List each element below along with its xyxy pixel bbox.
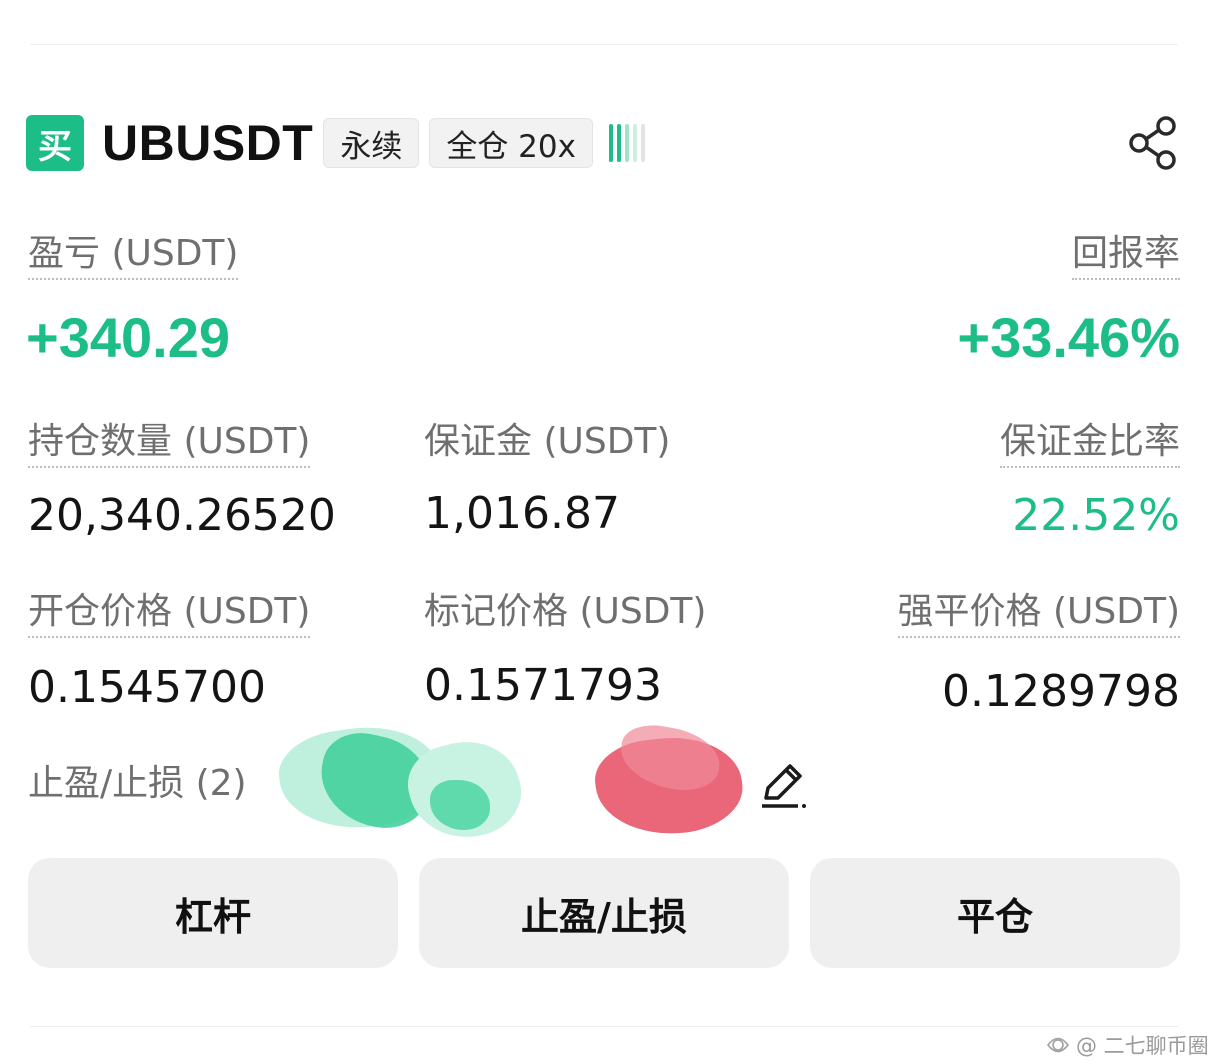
tpsl-label: 止盈/止损 (2) bbox=[28, 763, 247, 804]
signal-strength-icon bbox=[608, 124, 645, 162]
symbol-title[interactable]: UBUSDT bbox=[102, 114, 313, 172]
tpsl-button[interactable]: 止盈/止损 bbox=[419, 858, 789, 968]
close-position-button[interactable]: 平仓 bbox=[810, 858, 1180, 968]
margin-ratio-value: 22.52% bbox=[1012, 490, 1180, 541]
margin-value: 1,016.87 bbox=[424, 488, 620, 539]
mark-price-label: 标记价格 (USDT) bbox=[424, 591, 707, 632]
liq-price-label[interactable]: 强平价格 (USDT) bbox=[897, 590, 1180, 638]
pnl-label[interactable]: 盈亏 (USDT) bbox=[28, 232, 239, 280]
liq-price-value: 0.1289798 bbox=[942, 666, 1180, 717]
size-label[interactable]: 持仓数量 (USDT) bbox=[28, 420, 311, 468]
margin-mode-tag[interactable]: 全仓 20x bbox=[429, 118, 593, 168]
roi-value: +33.46% bbox=[957, 306, 1180, 369]
pnl-value: +340.29 bbox=[26, 306, 230, 369]
watermark-logo-icon bbox=[1046, 1037, 1070, 1053]
leverage-button[interactable]: 杠杆 bbox=[28, 858, 398, 968]
size-value: 20,340.26520 bbox=[28, 490, 336, 541]
share-icon[interactable] bbox=[1126, 114, 1182, 172]
contract-type-tag: 永续 bbox=[323, 118, 420, 168]
buy-badge: 买 bbox=[26, 115, 84, 171]
margin-ratio-label[interactable]: 保证金比率 bbox=[999, 420, 1180, 468]
watermark-text: @ 二七聊币圈 bbox=[1076, 1034, 1209, 1058]
bottom-divider bbox=[30, 1026, 1178, 1027]
top-divider bbox=[30, 44, 1178, 45]
position-header: 买 UBUSDT 永续 全仓 20x bbox=[26, 114, 645, 172]
entry-price-value: 0.1545700 bbox=[28, 662, 266, 713]
entry-price-label[interactable]: 开仓价格 (USDT) bbox=[28, 590, 311, 638]
margin-label: 保证金 (USDT) bbox=[424, 421, 671, 462]
edit-pencil-icon[interactable] bbox=[758, 760, 808, 810]
mark-price-value: 0.1571793 bbox=[424, 660, 662, 711]
watermark: @ 二七聊币圈 bbox=[1046, 1030, 1209, 1060]
roi-label[interactable]: 回报率 bbox=[1071, 232, 1180, 280]
